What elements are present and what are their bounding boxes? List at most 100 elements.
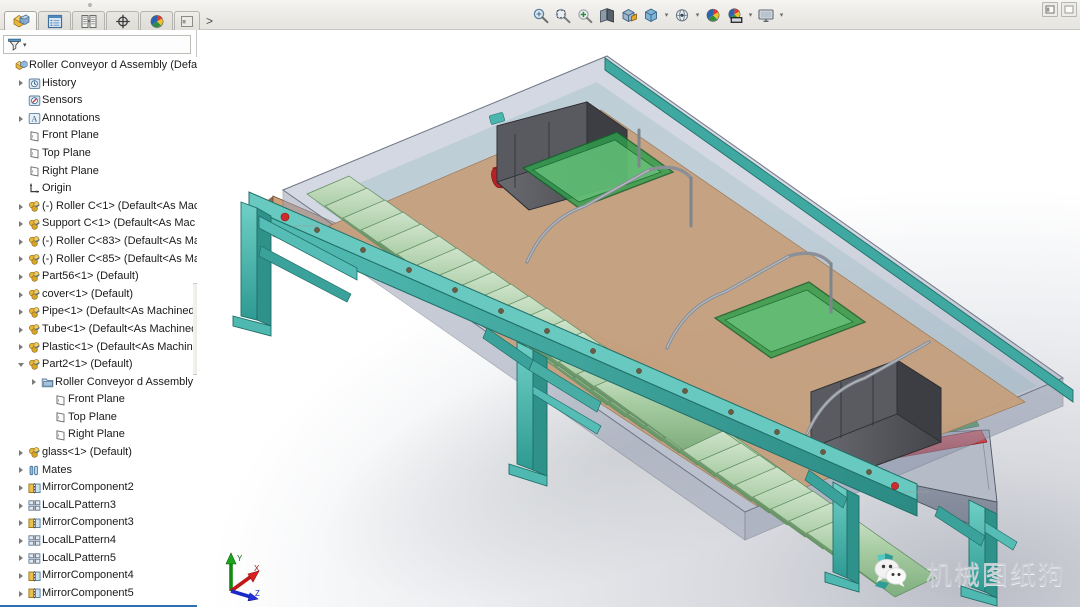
window-buttons[interactable] bbox=[1042, 2, 1077, 17]
component-icon bbox=[26, 323, 42, 336]
tree-row[interactable]: LocalLPattern3 bbox=[0, 497, 197, 515]
appearances-icon[interactable] bbox=[724, 3, 746, 27]
chevron-right-icon[interactable] bbox=[15, 467, 26, 474]
tree-row[interactable]: (-) Roller C<83> (Default<As Ma bbox=[0, 233, 197, 251]
chevron-right-icon[interactable] bbox=[15, 502, 26, 509]
tree-row[interactable]: Front Plane bbox=[0, 127, 197, 145]
tab-property-manager[interactable] bbox=[38, 11, 71, 30]
plane-icon bbox=[26, 147, 42, 160]
chevron-right-icon[interactable] bbox=[15, 309, 26, 316]
tree-row[interactable]: MirrorComponent2 bbox=[0, 479, 197, 497]
tab-feature-manager-design-tree[interactable] bbox=[4, 11, 37, 30]
chevron-right-icon[interactable] bbox=[15, 590, 26, 597]
feature-manager-tabs[interactable]: > bbox=[4, 11, 218, 30]
tree-row[interactable]: LocalLPattern5 bbox=[0, 550, 197, 568]
triad-y-label: Y bbox=[237, 554, 243, 563]
zoom-to-area-icon[interactable] bbox=[552, 3, 574, 27]
graphics-viewport[interactable]: Y X Z 机械图纸狗 bbox=[197, 30, 1080, 607]
tree-row[interactable]: Top Plane bbox=[0, 145, 197, 163]
tab-dimxpert-manager[interactable] bbox=[106, 11, 139, 30]
sensors-icon bbox=[26, 94, 42, 107]
section-view-icon[interactable] bbox=[596, 3, 618, 27]
tree-row[interactable]: Plastic<1> (Default<As Machined bbox=[0, 339, 197, 357]
top-toolbar: > ▾ ▾ ▾ ▾ bbox=[0, 0, 1080, 30]
display-style-caret-icon[interactable]: ▾ bbox=[662, 3, 671, 27]
viewport-layout-caret-icon[interactable]: ▾ bbox=[777, 3, 786, 27]
tree-row-label: Annotations bbox=[42, 111, 101, 124]
display-manager-icon bbox=[149, 14, 165, 29]
tree-row[interactable]: Part2<1> (Default) bbox=[0, 356, 197, 374]
tree-row[interactable]: glass<1> (Default) bbox=[0, 444, 197, 462]
tree-row[interactable]: Sensors bbox=[0, 92, 197, 110]
tree-row[interactable]: History bbox=[0, 75, 197, 93]
view-toolbar[interactable]: ▾ ▾ ▾ ▾ bbox=[530, 2, 786, 28]
tree-row[interactable]: Mates bbox=[0, 462, 197, 480]
close-window-button[interactable] bbox=[1061, 2, 1077, 17]
chevron-right-icon[interactable] bbox=[28, 379, 39, 386]
hide-show-caret-icon[interactable]: ▾ bbox=[693, 3, 702, 27]
chevron-right-icon[interactable] bbox=[15, 221, 26, 228]
tree-row[interactable]: MirrorComponent5 bbox=[0, 585, 197, 603]
chevron-right-icon[interactable] bbox=[15, 203, 26, 210]
chevron-right-icon[interactable] bbox=[15, 449, 26, 456]
chevron-right-icon[interactable] bbox=[15, 326, 26, 333]
tree-row[interactable]: Part56<1> (Default) bbox=[0, 268, 197, 286]
appearances-caret-icon[interactable]: ▾ bbox=[746, 3, 755, 27]
tree-filter-input[interactable] bbox=[29, 37, 190, 52]
previous-view-icon[interactable] bbox=[574, 3, 596, 27]
close-window-icon bbox=[1064, 5, 1074, 14]
tree-row-label: Support C<1> (Default<As Mac bbox=[42, 217, 196, 230]
hide-show-items-icon[interactable] bbox=[671, 3, 693, 27]
component-icon bbox=[26, 270, 42, 283]
tree-row-label: MirrorComponent3 bbox=[42, 516, 134, 529]
coordinate-triad: Y X Z bbox=[213, 549, 269, 601]
tree-row[interactable]: Origin bbox=[0, 180, 197, 198]
chevron-right-icon[interactable] bbox=[15, 80, 26, 87]
apply-scene-icon[interactable] bbox=[702, 3, 724, 27]
tree-row[interactable]: MirrorComponent3 bbox=[0, 514, 197, 532]
tabs-expand-arrow[interactable]: > bbox=[201, 11, 218, 30]
tab-display-manager[interactable] bbox=[140, 11, 173, 30]
tree-row[interactable]: Right Plane bbox=[0, 426, 197, 444]
tree-row[interactable]: Right Plane bbox=[0, 163, 197, 181]
chevron-right-icon[interactable] bbox=[15, 256, 26, 263]
display-style-icon[interactable] bbox=[640, 3, 662, 27]
zoom-to-fit-icon[interactable] bbox=[530, 3, 552, 27]
tree-row[interactable]: Top Plane bbox=[0, 409, 197, 427]
chevron-right-icon[interactable] bbox=[15, 573, 26, 580]
tree-row[interactable]: LocalLPattern4 bbox=[0, 532, 197, 550]
tree-row-label: Sensors bbox=[42, 94, 83, 107]
tree-row[interactable]: Front Plane bbox=[0, 391, 197, 409]
tree-row[interactable]: MirrorComponent4 bbox=[0, 567, 197, 585]
tree-row[interactable]: Tube<1> (Default<As Machined: bbox=[0, 321, 197, 339]
design-tree[interactable]: Roller Conveyor d Assembly (Defaul Histor… bbox=[0, 57, 197, 605]
chevron-right-icon[interactable] bbox=[15, 537, 26, 544]
viewport-layout-icon[interactable] bbox=[755, 3, 777, 27]
view-orientation-icon[interactable] bbox=[618, 3, 640, 27]
chevron-right-icon[interactable] bbox=[15, 555, 26, 562]
tree-row[interactable]: Pipe<1> (Default<As Machined> bbox=[0, 303, 197, 321]
tree-row[interactable]: (-) Roller C<85> (Default<As Ma bbox=[0, 251, 197, 269]
chevron-right-icon[interactable] bbox=[15, 115, 26, 122]
filter-caret-down-icon[interactable]: ▾ bbox=[23, 41, 27, 49]
feature-manager-panel: ▾ Roller Conveyor d Assembly (Defaul Hist… bbox=[0, 30, 197, 607]
tab-configuration-manager[interactable] bbox=[72, 11, 105, 30]
chevron-right-icon[interactable] bbox=[15, 485, 26, 492]
chevron-right-icon[interactable] bbox=[15, 291, 26, 298]
chevron-right-icon[interactable] bbox=[15, 273, 26, 280]
tree-row[interactable]: Support C<1> (Default<As Mac bbox=[0, 215, 197, 233]
tree-row[interactable]: (-) Roller C<1> (Default<As Mac bbox=[0, 198, 197, 216]
tab-overflow[interactable] bbox=[174, 11, 200, 30]
tree-row[interactable]: Roller Conveyor d Assembly (Defaul bbox=[0, 57, 197, 75]
chevron-right-icon[interactable] bbox=[15, 238, 26, 245]
restore-window-button[interactable] bbox=[1042, 2, 1058, 17]
chevron-right-icon[interactable] bbox=[15, 520, 26, 527]
chevron-right-icon[interactable] bbox=[15, 344, 26, 351]
tree-row-label: Roller Conveyor d Assembly bbox=[55, 375, 194, 388]
tree-filter-bar[interactable]: ▾ bbox=[3, 35, 191, 54]
mirror-component-icon bbox=[26, 482, 42, 495]
tree-row[interactable]: Roller Conveyor d Assembly bbox=[0, 374, 197, 392]
tree-row[interactable]: cover<1> (Default) bbox=[0, 286, 197, 304]
tree-row[interactable]: A Annotations bbox=[0, 110, 197, 128]
chevron-down-icon[interactable] bbox=[15, 362, 26, 367]
